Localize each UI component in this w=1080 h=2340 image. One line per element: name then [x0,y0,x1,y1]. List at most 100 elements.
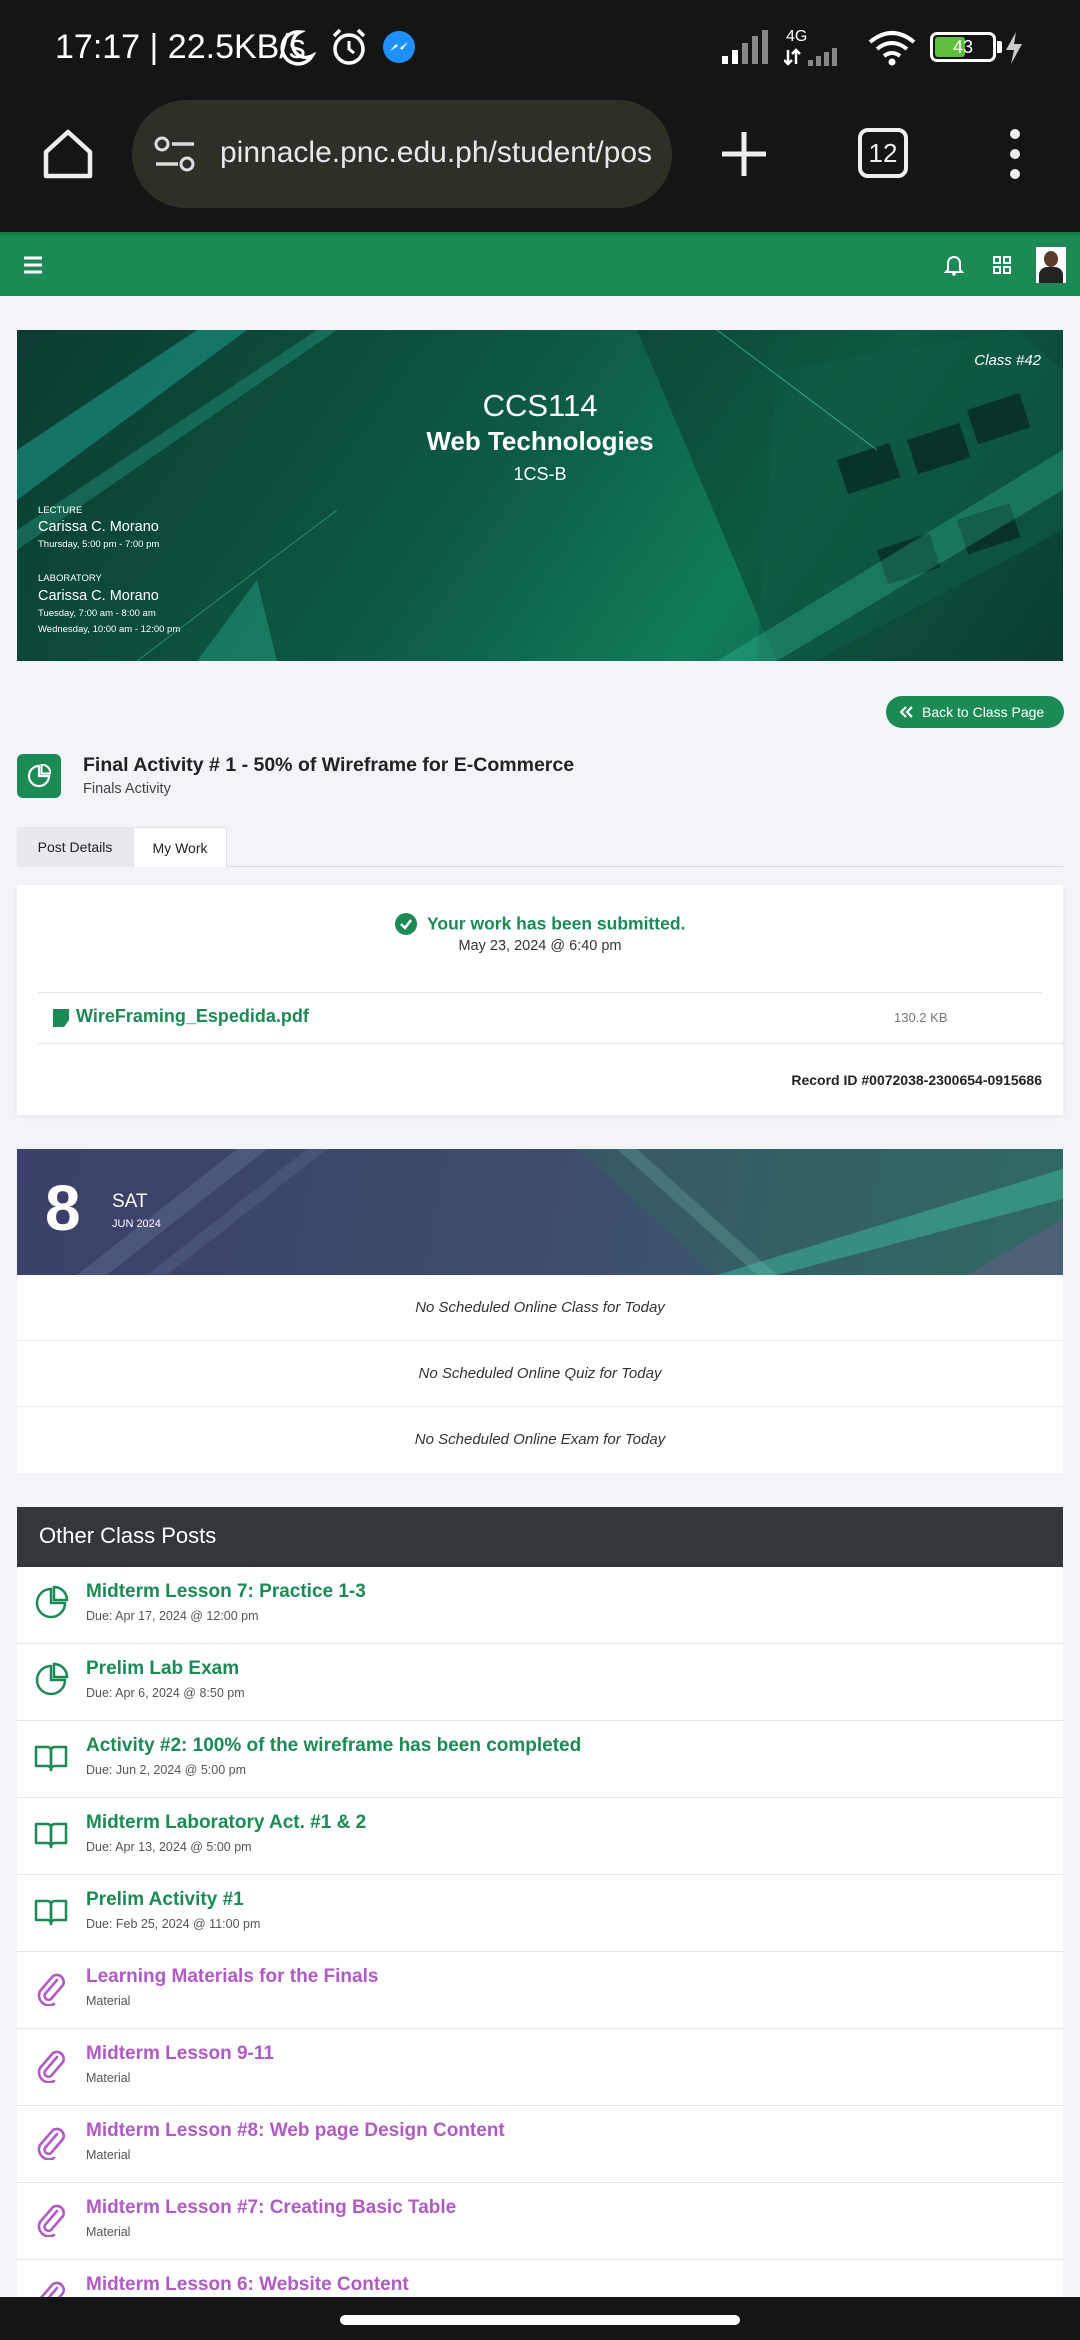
wifi-icon [868,31,916,66]
check-circle-icon [394,913,417,935]
gesture-handle[interactable] [340,2315,740,2325]
post-item-title[interactable]: Prelim Lab Exam [86,1658,239,1680]
url-field[interactable]: pinnacle.pnc.edu.ph/student/pos [132,100,672,208]
post-list-item[interactable]: Midterm Lesson 9-11 Material [17,2029,1063,2106]
course-section: 1CS-B [513,464,567,484]
submitted-file-link[interactable]: WireFraming_Espedida.pdf [76,1006,309,1027]
submission-status: Your work has been submitted. [17,913,1063,935]
pie-icon [33,1585,69,1621]
record-id: Record ID #0072038-2300654-0915686 [791,1072,1042,1088]
post-item-title[interactable]: Activity #2: 100% of the wireframe has b… [86,1735,581,1757]
post-item-title[interactable]: Prelim Activity #1 [86,1889,244,1911]
submission-card: Your work has been submitted. May 23, 20… [17,885,1063,1115]
system-nav-bar [0,2297,1080,2340]
other-posts-header: Other Class Posts [17,1507,1063,1567]
book-icon [33,1816,69,1852]
back-button-label: Back to Class Page [922,704,1045,720]
app-header [0,232,1080,296]
browser-toolbar: pinnacle.pnc.edu.ph/student/pos 12 [0,100,1080,232]
file-size: 130.2 KB [894,1010,948,1025]
url-text: pinnacle.pnc.edu.ph/student/pos [220,136,652,169]
no-exam-notice: No Scheduled Online Exam for Today [17,1407,1063,1473]
banner-decoration [17,330,1063,661]
alarm-icon [332,28,366,65]
lab-label: LABORATORY [38,573,102,584]
signal-icon-2 [784,48,837,66]
post-item-title[interactable]: Learning Materials for the Finals [86,1966,378,1988]
class-number: Class #42 [974,352,1041,369]
post-list-item[interactable]: Midterm Lesson #8: Web page Design Conte… [17,2106,1063,2183]
post-list-item[interactable]: Prelim Activity #1 Due: Feb 25, 2024 @ 11… [17,1875,1063,1952]
other-posts-heading: Other Class Posts [39,1523,217,1548]
post-item-title[interactable]: Midterm Lesson 6: Website Content [86,2274,409,2296]
network-label: 4G [786,28,808,45]
post-item-subtitle: Material [86,2225,131,2239]
moon-icon [280,30,316,66]
calendar-day: 8 [45,1172,81,1244]
post-list-item[interactable]: Prelim Lab Exam Due: Apr 6, 2024 @ 8:50 p… [17,1644,1063,1721]
site-settings-icon[interactable] [154,136,196,172]
lecture-schedule: Thursday, 5:00 pm - 7:00 pm [38,539,160,550]
double-chevron-left-icon [900,706,913,718]
post-item-title[interactable]: Midterm Lesson 9-11 [86,2043,274,2065]
post-type-badge [17,754,61,798]
messenger-icon [383,31,415,63]
submission-date: May 23, 2024 @ 6:40 pm [458,938,622,954]
post-subtitle: Finals Activity [83,781,171,797]
course-code: CCS114 [482,388,598,423]
status-bar: 17:17 | 22.5KB/s 4G 43 [0,0,1080,100]
lab-schedule-2: Wednesday, 10:00 am - 12:00 pm [38,624,181,635]
pie-icon [33,1662,69,1698]
post-item-subtitle: Material [86,1994,131,2008]
post-item-title[interactable]: Midterm Lesson #7: Creating Basic Table [86,2197,456,2219]
post-item-title[interactable]: Midterm Laboratory Act. #1 & 2 [86,1812,366,1834]
charging-icon [1006,32,1022,64]
post-item-subtitle: Material [86,2148,131,2162]
submission-message: Your work has been submitted. [427,913,686,934]
tab-post-details[interactable]: Post Details [17,827,133,867]
post-list-item[interactable]: Midterm Laboratory Act. #1 & 2 Due: Apr 1… [17,1798,1063,1875]
pie-chart-icon [27,764,51,788]
home-icon[interactable] [40,126,96,182]
calendar-header: 8 SAT JUN 2024 [17,1149,1063,1275]
lab-schedule-1: Tuesday, 7:00 am - 8:00 am [38,608,156,619]
no-class-notice: No Scheduled Online Class for Today [17,1275,1063,1341]
book-icon [33,1893,69,1929]
book-icon [33,1739,69,1775]
class-banner: Class #42 CCS114 Web Technologies 1CS-B … [17,330,1063,661]
post-item-subtitle: Due: Apr 17, 2024 @ 12:00 pm [86,1609,259,1623]
post-item-title[interactable]: Midterm Lesson #8: Web page Design Conte… [86,2120,505,2142]
tab-my-work[interactable]: My Work [133,827,227,867]
lab-instructor: Carissa C. Morano [38,588,159,604]
post-item-subtitle: Due: Feb 25, 2024 @ 11:00 pm [86,1917,261,1931]
paperclip-icon [33,2047,69,2084]
hamburger-menu-icon[interactable] [22,254,44,276]
bell-icon[interactable] [944,254,964,276]
signal-icon [722,30,768,64]
new-tab-icon[interactable] [718,128,770,180]
lecture-instructor: Carissa C. Morano [38,519,159,535]
paperclip-icon [33,2124,69,2161]
post-title: Final Activity # 1 - 50% of Wireframe fo… [83,754,575,776]
paperclip-icon [33,1970,69,2007]
post-item-title[interactable]: Midterm Lesson 7: Practice 1-3 [86,1581,366,1603]
tab-bar: Post Details My Work [17,827,1063,867]
apps-grid-icon[interactable] [993,256,1011,274]
paperclip-icon [33,2201,69,2238]
lecture-label: LECTURE [38,505,83,516]
more-options-icon[interactable] [1000,126,1030,182]
post-list-item[interactable]: Midterm Lesson 7: Practice 1-3 Due: Apr 1… [17,1567,1063,1644]
post-item-subtitle: Due: Apr 6, 2024 @ 8:50 pm [86,1686,245,1700]
tab-switcher-button[interactable]: 12 [858,128,908,178]
post-item-subtitle: Due: Apr 13, 2024 @ 5:00 pm [86,1840,252,1854]
post-list-item[interactable]: Activity #2: 100% of the wireframe has b… [17,1721,1063,1798]
back-to-class-button[interactable]: Back to Class Page [886,696,1064,728]
avatar[interactable] [1036,247,1066,283]
battery-icon: 43 [930,32,996,62]
calendar-month-year: JUN 2024 [112,1218,161,1230]
file-icon [53,1009,69,1027]
status-time: 17:17 | 22.5KB/s [55,28,306,66]
course-title: Web Technologies [426,426,654,456]
post-list-item[interactable]: Midterm Lesson #7: Creating Basic Table M… [17,2183,1063,2260]
post-list-item[interactable]: Learning Materials for the Finals Materia… [17,1952,1063,2029]
